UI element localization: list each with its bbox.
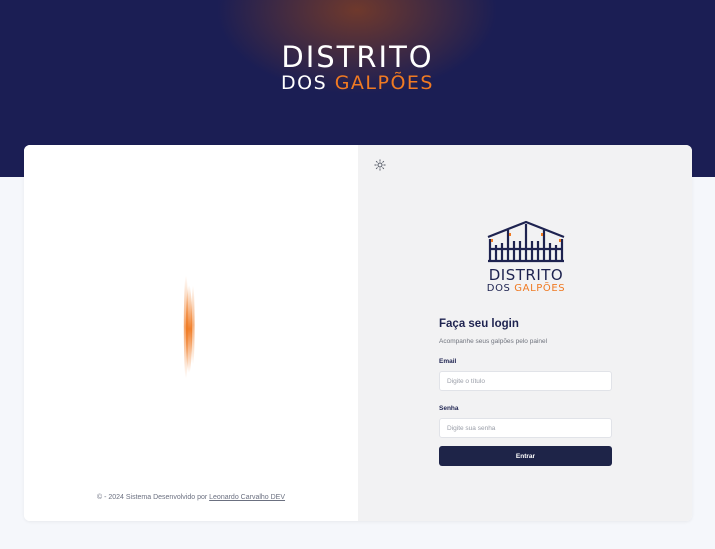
- footer-author-link[interactable]: Leonardo Carvalho DEV: [209, 494, 285, 501]
- brand-logo-line1: DISTRITO: [488, 266, 564, 284]
- password-field[interactable]: [439, 418, 612, 438]
- hero-brand-line2-dos: DOS: [281, 72, 335, 94]
- left-panel: © - 2024 Sistema Desenvolvido por Leonar…: [24, 145, 358, 521]
- footer-text: © - 2024 Sistema Desenvolvido por: [96, 494, 210, 501]
- login-card: © - 2024 Sistema Desenvolvido por Leonar…: [24, 145, 692, 521]
- login-title: Faça seu login: [439, 318, 519, 330]
- sun-icon[interactable]: [374, 159, 386, 171]
- right-panel: DISTRITO DOS GALPÕES Faça seu login Acom…: [358, 145, 692, 521]
- brand-logo-line2-dos: DOS: [486, 283, 515, 294]
- hero-brand-line2-galpoes: GALPÕES: [334, 72, 434, 94]
- email-label: Email: [439, 358, 457, 365]
- brand-logo-line2-galpoes: GALPÕES: [514, 283, 566, 294]
- submit-button[interactable]: Entrar: [439, 446, 612, 466]
- warehouse-icon: [487, 220, 565, 263]
- email-field[interactable]: [439, 371, 612, 391]
- brand-logo: DISTRITO DOS GALPÕES: [476, 219, 576, 299]
- password-label: Senha: [439, 405, 459, 412]
- hero-brand-line1: DISTRITO: [281, 40, 434, 74]
- footer-credit: © - 2024 Sistema Desenvolvido por Leonar…: [24, 494, 358, 501]
- login-form: Faça seu login Acompanhe seus galpões pe…: [439, 318, 612, 466]
- hero-brand-logo: DISTRITO DOS GALPÕES: [0, 42, 715, 94]
- brand-logo-line2: DOS GALPÕES: [476, 283, 576, 295]
- login-subtitle: Acompanhe seus galpões pelo painel: [439, 338, 548, 345]
- flare-icon: [183, 275, 195, 379]
- hero-brand-line2: DOS GALPÕES: [0, 72, 715, 94]
